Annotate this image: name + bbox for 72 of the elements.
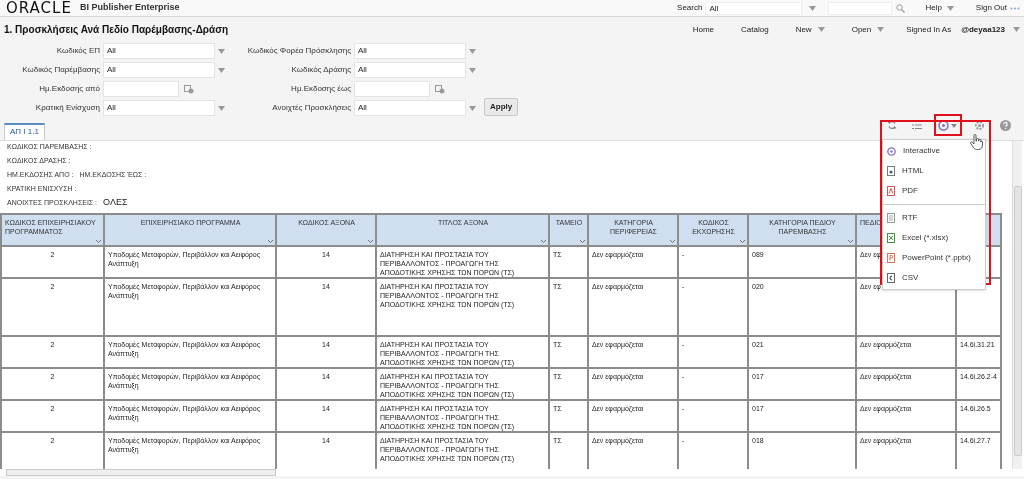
dropdown-caret-icon[interactable] bbox=[877, 27, 885, 32]
pdf-file-icon bbox=[887, 186, 895, 196]
apply-button[interactable]: Apply bbox=[484, 98, 519, 116]
scrollbar-thumb[interactable] bbox=[1013, 186, 1022, 456]
search-icon[interactable] bbox=[896, 3, 906, 13]
parameter-select[interactable]: All bbox=[103, 62, 215, 78]
help-icon bbox=[1000, 119, 1011, 131]
chevron-icon[interactable] bbox=[368, 240, 373, 243]
calendar-icon[interactable] bbox=[435, 84, 445, 94]
chevron-icon[interactable] bbox=[268, 240, 273, 243]
chevron-icon[interactable] bbox=[541, 240, 546, 243]
menu-item[interactable]: PowerPoint (*.pptx) bbox=[883, 248, 985, 268]
parameter-select[interactable]: All bbox=[103, 100, 215, 116]
chevron-icon[interactable] bbox=[848, 240, 853, 243]
parameter-label: Κωδικός Φορέα Πρόσκλησης bbox=[246, 46, 351, 56]
dropdown-caret-icon[interactable] bbox=[817, 27, 825, 32]
parameter-select[interactable]: All bbox=[354, 100, 466, 116]
nav-menu-item[interactable]: Open bbox=[851, 23, 872, 36]
menu-item[interactable]: HTML bbox=[883, 161, 985, 181]
parameter-label: Ημ.Εκδοσης από bbox=[38, 84, 100, 94]
date-field[interactable] bbox=[103, 81, 179, 97]
menu-item[interactable]: Interactive bbox=[883, 141, 985, 161]
more-icon[interactable] bbox=[1010, 6, 1020, 10]
help-menu[interactable]: Help bbox=[925, 2, 942, 14]
interactive-icon bbox=[887, 146, 896, 156]
report-title: 1. Προσκλήσεις Ανά Πεδίο Παρέμβασης-Δράση bbox=[4, 23, 229, 37]
horizontal-scrollbar[interactable] bbox=[6, 469, 276, 476]
csv-file-icon bbox=[887, 273, 895, 283]
signed-in-label: Signed In As bbox=[906, 23, 952, 36]
menu-item[interactable]: RTF bbox=[883, 208, 985, 228]
view-report-button[interactable] bbox=[934, 114, 962, 136]
date-field[interactable] bbox=[354, 81, 430, 97]
chevron-icon[interactable] bbox=[670, 240, 675, 243]
nav-menu-item[interactable]: New bbox=[795, 23, 812, 36]
parameter-label: Κωδικός Παρέμβασης bbox=[21, 65, 100, 75]
dropdown-caret-icon[interactable] bbox=[809, 5, 817, 11]
nav-menu-item[interactable]: Home bbox=[692, 23, 715, 36]
excel-file-icon bbox=[887, 233, 895, 243]
chevron-icon[interactable] bbox=[580, 240, 585, 243]
parameter-label: Κωδικός ΕΠ bbox=[55, 46, 100, 56]
menu-item[interactable]: PDF bbox=[883, 181, 985, 201]
dropdown-caret-icon[interactable] bbox=[946, 5, 954, 11]
nav-menu-item[interactable]: Catalog bbox=[741, 23, 769, 36]
report-value: ΟΛΕΣ bbox=[103, 197, 128, 208]
oracle-logo: ORACLE bbox=[6, 0, 72, 16]
vertical-scrollbar[interactable] bbox=[1012, 141, 1022, 469]
refresh-icon bbox=[887, 120, 897, 130]
parameter-label: Κρατική Ενίσχυση bbox=[34, 103, 100, 113]
sign-out-link[interactable]: Sign Out bbox=[975, 2, 1007, 14]
parameter-label: Ανοιχτές Προσκλήσεις bbox=[271, 103, 351, 113]
search-scope-select[interactable]: All bbox=[705, 1, 803, 15]
settings-icon bbox=[974, 119, 985, 131]
chevron-icon[interactable] bbox=[96, 240, 101, 243]
document-icon bbox=[887, 213, 895, 223]
powerpoint-file-icon bbox=[887, 253, 895, 263]
parameter-label: Ημ.Εκδοσης έως bbox=[290, 84, 351, 94]
product-name: BI Publisher Enterprise bbox=[79, 1, 180, 15]
menu-item[interactable]: CSV bbox=[883, 268, 985, 288]
search-label: Search bbox=[677, 2, 703, 14]
dropdown-caret-icon[interactable] bbox=[1013, 27, 1020, 32]
view-report-icon bbox=[938, 119, 958, 131]
parameter-label: Κωδικός Δράσης bbox=[290, 65, 351, 75]
calendar-icon[interactable] bbox=[184, 84, 194, 94]
search-field[interactable] bbox=[828, 1, 893, 15]
parameter-select[interactable]: All bbox=[103, 43, 215, 59]
chevron-icon[interactable] bbox=[740, 240, 745, 243]
parameter-select[interactable]: All bbox=[354, 62, 466, 78]
user-menu[interactable]: @deyaa123 bbox=[961, 23, 1005, 36]
parameter-select[interactable]: All bbox=[354, 43, 466, 59]
report-tab[interactable]: ΑΠ I 1.1 bbox=[4, 123, 45, 140]
menu-item[interactable]: Excel (*.xlsx) bbox=[883, 228, 985, 248]
html-file-icon bbox=[887, 166, 895, 176]
